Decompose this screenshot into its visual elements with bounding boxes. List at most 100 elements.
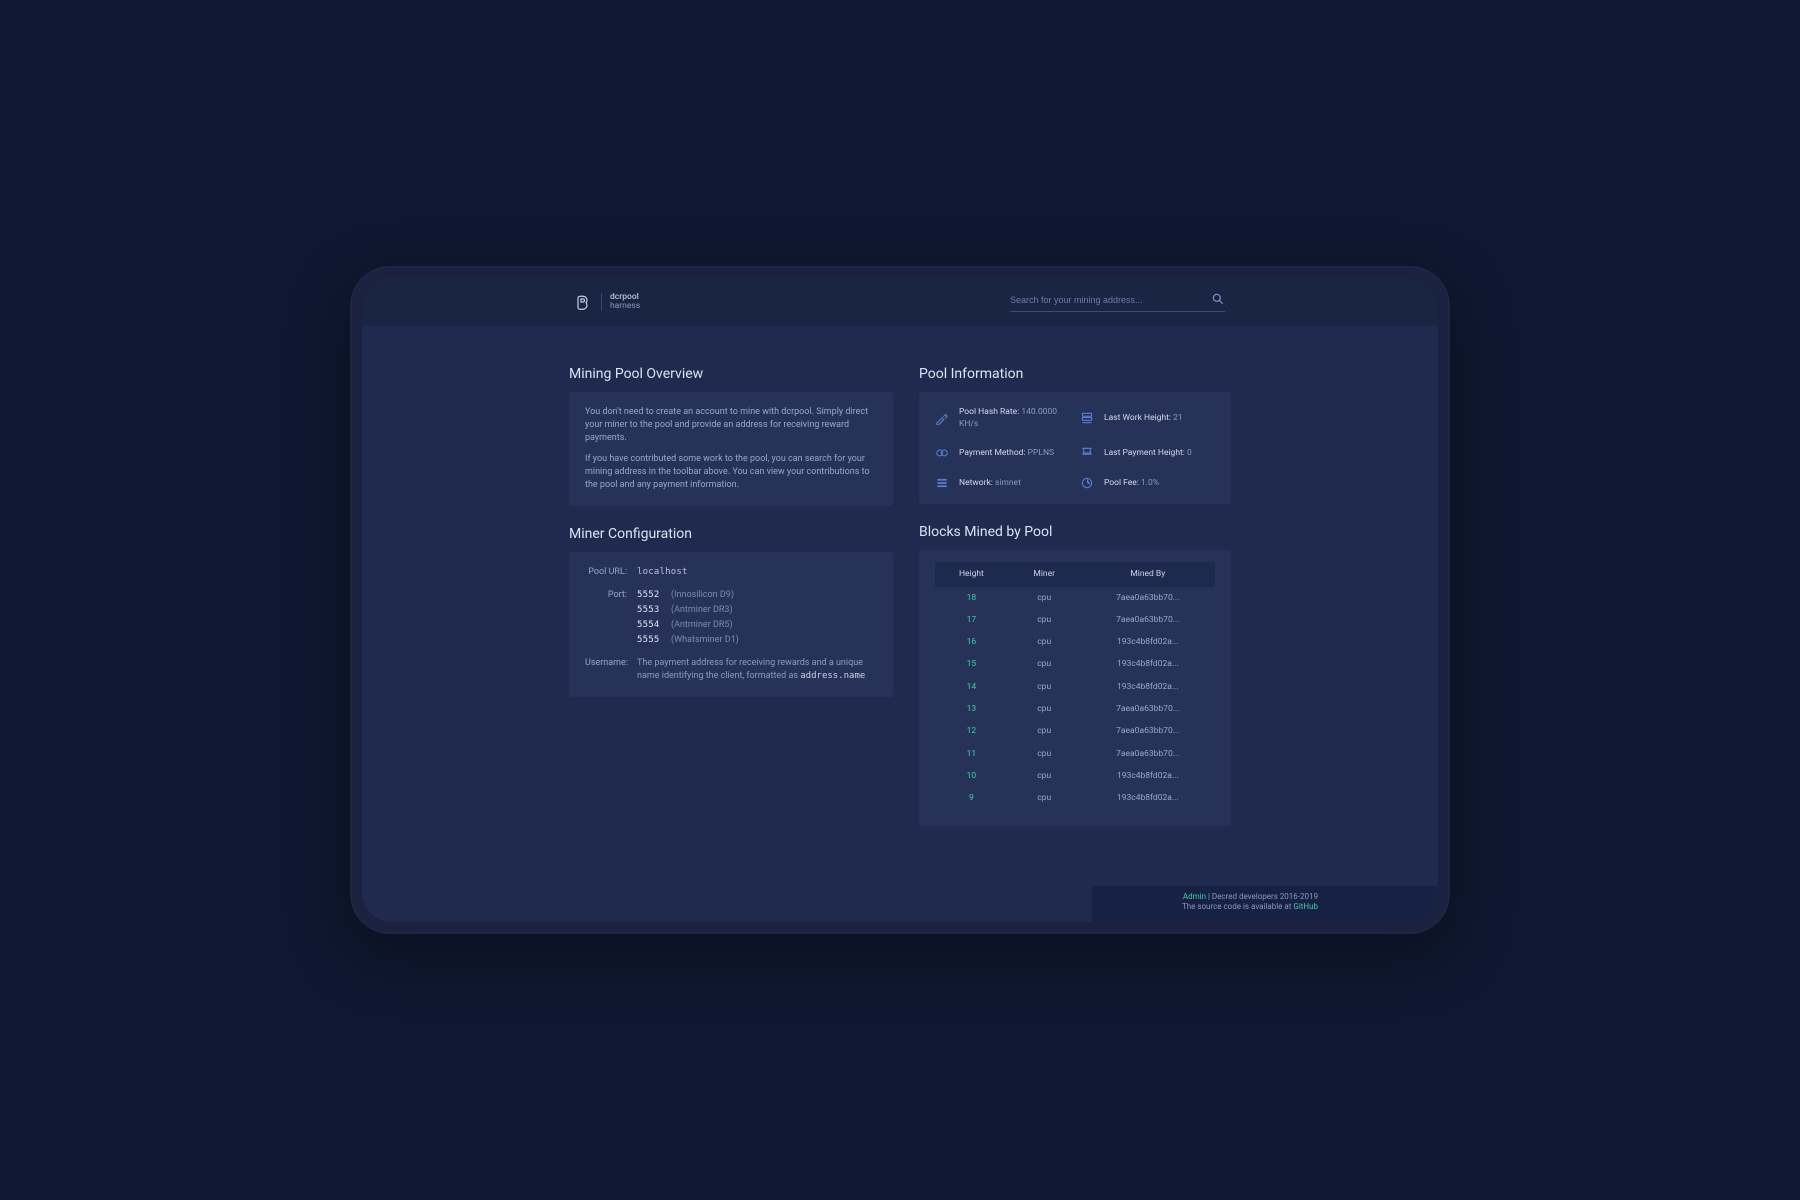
info-item: Payment Method: PPLNS (935, 446, 1070, 460)
pool-info-title: Pool Information (919, 366, 1231, 382)
port-name: (Antminer DR5) (671, 619, 733, 632)
info-value: simnet (995, 478, 1021, 488)
info-value: 0 (1187, 448, 1192, 458)
header-inner: dcrpool harness (575, 292, 1225, 312)
search-button[interactable] (1211, 292, 1225, 309)
table-header-row: Height Miner Mined By (935, 562, 1215, 586)
table-row[interactable]: 17cpu7aea0a63bb70... (935, 609, 1215, 631)
info-label: Pool Hash Rate: (959, 407, 1019, 417)
username-format: address.name (800, 671, 865, 681)
cell-mined-by: 193c4b8fd02a... (1081, 787, 1215, 809)
logo-icon (575, 293, 593, 311)
port-name: (Whatsminer D1) (671, 634, 739, 647)
pool-info-card: Pool Hash Rate: 140.0000 KH/s Last Work H… (919, 392, 1231, 505)
footer-source-prefix: The source code is available at (1182, 902, 1293, 911)
info-text: Pool Hash Rate: 140.0000 KH/s (959, 406, 1070, 431)
cell-height: 18 (935, 587, 1008, 609)
port-list: 5552(Innosilicon D9)5553(Antminer DR3)55… (637, 589, 877, 647)
overview-title: Mining Pool Overview (569, 366, 893, 382)
table-row[interactable]: 16cpu193c4b8fd02a... (935, 631, 1215, 653)
info-item: Last Payment Height: 0 (1080, 446, 1215, 460)
port-num: 5554 (637, 619, 665, 632)
cell-mined-by: 193c4b8fd02a... (1081, 765, 1215, 787)
port-num: 5553 (637, 604, 665, 617)
port-line: 5555 (Whatsminer D1) (637, 634, 877, 647)
col-miner: Miner (1008, 562, 1081, 586)
cell-height: 11 (935, 743, 1008, 765)
footer: Admin | Decred developers 2016-2019 The … (362, 886, 1438, 923)
pool-fee-icon (1080, 476, 1094, 490)
app-screen: dcrpool harness Mining Pool Ov (362, 278, 1438, 923)
footer-text: Admin | Decred developers 2016-2019 The … (1182, 892, 1318, 913)
footer-admin-link[interactable]: Admin (1183, 892, 1206, 901)
cell-height: 16 (935, 631, 1008, 653)
cell-mined-by: 7aea0a63bb70... (1081, 698, 1215, 720)
logo-line2: harness (610, 302, 640, 311)
logo-divider (601, 293, 602, 311)
table-row[interactable]: 9cpu193c4b8fd02a... (935, 787, 1215, 809)
info-item: Pool Fee: 1.0% (1080, 476, 1215, 490)
info-label: Last Payment Height: (1104, 448, 1185, 458)
username-desc: The payment address for receiving reward… (637, 657, 877, 683)
port-line: 5553 (Antminer DR3) (637, 604, 877, 617)
cell-mined-by: 7aea0a63bb70... (1081, 743, 1215, 765)
port-name: (Antminer DR3) (671, 604, 733, 617)
logo-text: dcrpool harness (610, 293, 640, 311)
port-name: (Innosilicon D9) (671, 589, 734, 602)
config-row-username: Username: The payment address for receiv… (585, 657, 877, 683)
overview-p1: You don't need to create an account to m… (585, 406, 877, 445)
footer-partial-bg (362, 886, 1092, 923)
info-item: Pool Hash Rate: 140.0000 KH/s (935, 406, 1070, 431)
device-frame: dcrpool harness Mining Pool Ov (350, 266, 1450, 935)
pool-url-value: localhost (637, 566, 877, 579)
header: dcrpool harness (362, 278, 1438, 326)
info-text: Payment Method: PPLNS (959, 447, 1054, 459)
work-height-icon (1080, 411, 1094, 425)
blocks-table: Height Miner Mined By 18cpu7aea0a63bb70.… (935, 562, 1215, 809)
cell-miner: cpu (1008, 698, 1081, 720)
cell-mined-by: 7aea0a63bb70... (1081, 609, 1215, 631)
pool-info-grid: Pool Hash Rate: 140.0000 KH/s Last Work H… (935, 406, 1215, 491)
footer-github-link[interactable]: GitHub (1293, 902, 1318, 911)
search-input[interactable] (1010, 293, 1207, 307)
cell-mined-by: 193c4b8fd02a... (1081, 631, 1215, 653)
search-icon (1211, 292, 1225, 309)
info-item: Last Work Height: 21 (1080, 406, 1215, 431)
info-value: 21 (1173, 413, 1183, 423)
col-mined-by: Mined By (1081, 562, 1215, 586)
cell-height: 14 (935, 676, 1008, 698)
payment-method-icon (935, 446, 949, 460)
port-num: 5555 (637, 634, 665, 647)
info-text: Last Payment Height: 0 (1104, 447, 1192, 459)
config-row-port: Port: 5552(Innosilicon D9)5553(Antminer … (585, 589, 877, 647)
overview-card: You don't need to create an account to m… (569, 392, 893, 506)
cell-miner: cpu (1008, 743, 1081, 765)
cell-height: 13 (935, 698, 1008, 720)
table-row[interactable]: 11cpu7aea0a63bb70... (935, 743, 1215, 765)
network-icon (935, 476, 949, 490)
config-row-pool-url: Pool URL: localhost (585, 566, 877, 579)
content: Mining Pool Overview You don't need to c… (362, 326, 1438, 886)
port-line: 5554 (Antminer DR5) (637, 619, 877, 632)
table-row[interactable]: 13cpu7aea0a63bb70... (935, 698, 1215, 720)
table-row[interactable]: 18cpu7aea0a63bb70... (935, 587, 1215, 609)
cell-miner: cpu (1008, 765, 1081, 787)
logo[interactable]: dcrpool harness (575, 293, 640, 311)
username-label: Username: (585, 657, 637, 683)
cell-height: 17 (935, 609, 1008, 631)
port-num: 5552 (637, 589, 665, 602)
blocks-title: Blocks Mined by Pool (919, 524, 1231, 540)
pool-url-label: Pool URL: (585, 566, 637, 579)
right-column: Pool Information Pool Hash Rate: 140.000… (919, 366, 1231, 826)
table-row[interactable]: 14cpu193c4b8fd02a... (935, 676, 1215, 698)
table-row[interactable]: 15cpu193c4b8fd02a... (935, 653, 1215, 675)
cell-miner: cpu (1008, 631, 1081, 653)
cell-height: 10 (935, 765, 1008, 787)
info-value: 1.0% (1141, 478, 1159, 488)
info-label: Pool Fee: (1104, 478, 1139, 488)
cell-height: 9 (935, 787, 1008, 809)
cell-miner: cpu (1008, 720, 1081, 742)
port-line: 5552 (Innosilicon D9) (637, 589, 877, 602)
table-row[interactable]: 10cpu193c4b8fd02a... (935, 765, 1215, 787)
table-row[interactable]: 12cpu7aea0a63bb70... (935, 720, 1215, 742)
